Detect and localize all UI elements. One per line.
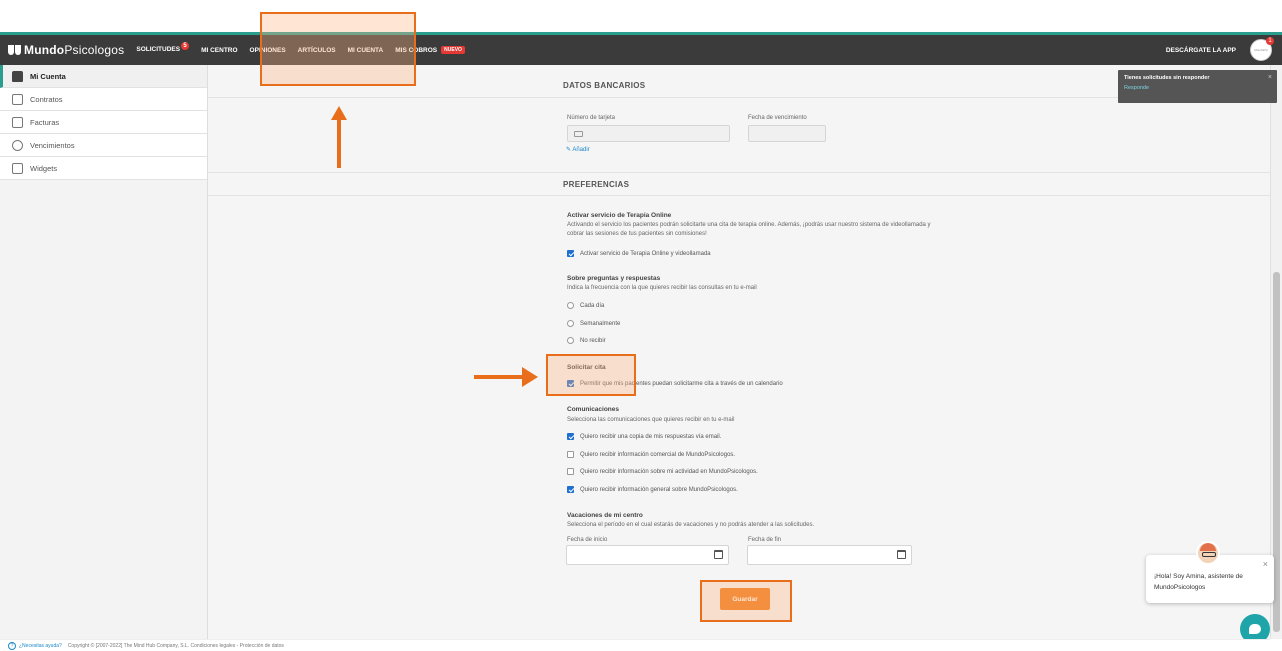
online-therapy-checkbox[interactable]	[567, 250, 574, 257]
page-footer: ? ¿Necesitas ayuda? Copyright © [2007-20…	[0, 639, 1270, 651]
scrollbar-thumb[interactable]	[1273, 272, 1280, 632]
annotation-highlight-nav	[260, 12, 416, 86]
qa-description: Indica la frecuencia con la que quieres …	[567, 285, 757, 291]
radio-daily[interactable]	[567, 302, 574, 309]
add-card-link[interactable]: ✎ Añadir	[566, 146, 590, 153]
toast-respond-link[interactable]: Responde	[1124, 85, 1271, 91]
comms-option-commercial[interactable]: Quiero recibir información comercial de …	[567, 451, 735, 458]
sidebar-item-contratos[interactable]: Contratos	[0, 88, 207, 111]
download-app-link[interactable]: DESCÁRGATE LA APP	[1166, 47, 1236, 54]
sidebar-item-facturas[interactable]: Facturas	[0, 111, 207, 134]
sidebar-item-widgets[interactable]: Widgets	[0, 157, 207, 180]
chat-close-icon[interactable]: ×	[1263, 559, 1268, 570]
help-link[interactable]: ¿Necesitas ayuda?	[19, 643, 62, 649]
chat-message: ¡Hola! Soy Amina, asistente de MundoPsic…	[1154, 573, 1243, 591]
vacation-end-label: Fecha de fin	[748, 537, 782, 543]
user-icon	[12, 70, 23, 82]
vacation-start-date-input[interactable]	[566, 545, 729, 565]
qa-option-none[interactable]: No recibir	[567, 337, 606, 344]
communications-heading: Comunicaciones	[567, 406, 620, 413]
vacation-description: Selecciona el período en el cual estarás…	[567, 522, 815, 528]
solicitudes-count-badge: 5	[181, 42, 190, 50]
comms-option-activity[interactable]: Quiero recibir información sobre mi acti…	[567, 468, 758, 475]
bank-section-title: DATOS BANCARIOS	[563, 81, 646, 90]
card-icon	[574, 131, 583, 137]
comms-checkbox-activity[interactable]	[567, 468, 574, 475]
avatar-label: MundoPsi	[1254, 48, 1268, 52]
expiry-date-field[interactable]	[748, 125, 826, 142]
chat-bubble-icon	[1249, 624, 1261, 634]
help-icon: ?	[8, 641, 16, 650]
calendar-icon	[714, 550, 723, 559]
brand-logo[interactable]: Mundo Psicologos	[8, 43, 124, 57]
radio-weekly[interactable]	[567, 320, 574, 327]
widget-icon	[12, 162, 23, 174]
sidebar-item-vencimientos[interactable]: Vencimientos	[0, 134, 207, 157]
invoice-icon	[12, 116, 23, 128]
vacation-heading: Vacaciones de mi centro	[567, 512, 643, 519]
online-therapy-heading: Activar servicio de Terapia Online	[567, 212, 672, 219]
annotation-highlight-appointment	[546, 354, 636, 396]
account-sidebar: Mi Cuenta Contratos Facturas Vencimiento…	[0, 65, 208, 639]
top-navigation-bar: Mundo Psicologos SOLICITUDES 5 MI CENTRO O…	[0, 35, 1282, 65]
calendar-icon	[897, 550, 906, 559]
qa-option-weekly[interactable]: Semanalmente	[567, 320, 620, 327]
preferences-section-title: PREFERENCIAS	[563, 180, 630, 189]
alarm-clock-icon	[12, 139, 23, 151]
online-therapy-checkbox-row[interactable]: Activar servicio de Terapia Online y vid…	[567, 250, 711, 257]
divider	[208, 195, 1270, 196]
comms-option-copy[interactable]: Quiero recibir una copia de mis respuest…	[567, 433, 721, 440]
annotation-arrow-right-icon	[474, 367, 538, 387]
assistant-avatar	[1196, 541, 1220, 565]
user-avatar[interactable]: MundoPsi 1	[1250, 37, 1274, 61]
annotation-arrow-up-icon	[331, 106, 347, 168]
communications-description: Selecciona las comunicaciones que quiere…	[567, 417, 735, 423]
main-content: DATOS BANCARIOS Número de tarjeta Fecha …	[208, 65, 1270, 639]
qa-option-daily[interactable]: Cada día	[567, 302, 604, 309]
divider	[208, 97, 1270, 98]
expiry-date-label: Fecha de vencimiento	[748, 115, 807, 121]
sidebar-item-mi-cuenta[interactable]: Mi Cuenta	[0, 65, 207, 88]
page-scrollbar[interactable]	[1270, 65, 1282, 639]
avatar-notification-badge: 1	[1266, 37, 1274, 45]
comms-checkbox-copy[interactable]	[567, 433, 574, 440]
radio-none[interactable]	[567, 337, 574, 344]
annotation-highlight-save	[700, 580, 792, 622]
nav-solicitudes[interactable]: SOLICITUDES 5	[136, 42, 190, 54]
online-therapy-description: Activando el servicio los pacientes podr…	[567, 222, 931, 237]
vacation-start-label: Fecha de inicio	[567, 537, 608, 543]
qa-heading: Sobre preguntas y respuestas	[567, 275, 661, 282]
copyright-text: Copyright © [2007-2022] The Mind Hub Com…	[67, 642, 284, 649]
nav-mi-centro[interactable]: MI CENTRO	[201, 47, 237, 54]
comms-checkbox-general[interactable]	[567, 486, 574, 493]
card-number-label: Número de tarjeta	[567, 115, 616, 121]
divider	[208, 172, 1270, 173]
comms-option-general[interactable]: Quiero recibir información general sobre…	[567, 486, 738, 493]
logo-icon	[8, 45, 21, 55]
contract-icon	[12, 93, 23, 105]
comms-checkbox-commercial[interactable]	[567, 451, 574, 458]
new-badge: NUEVO	[441, 46, 465, 54]
card-number-field[interactable]	[567, 125, 730, 142]
nav-right-area: DESCÁRGATE LA APP MundoPsi 1	[1166, 37, 1274, 61]
vacation-end-date-input[interactable]	[747, 545, 912, 565]
toast-title: Tienes solicitudes sin responder	[1124, 75, 1210, 81]
toast-close-icon[interactable]: ×	[1268, 74, 1272, 81]
pending-requests-toast: Tienes solicitudes sin responder Respond…	[1118, 70, 1277, 103]
